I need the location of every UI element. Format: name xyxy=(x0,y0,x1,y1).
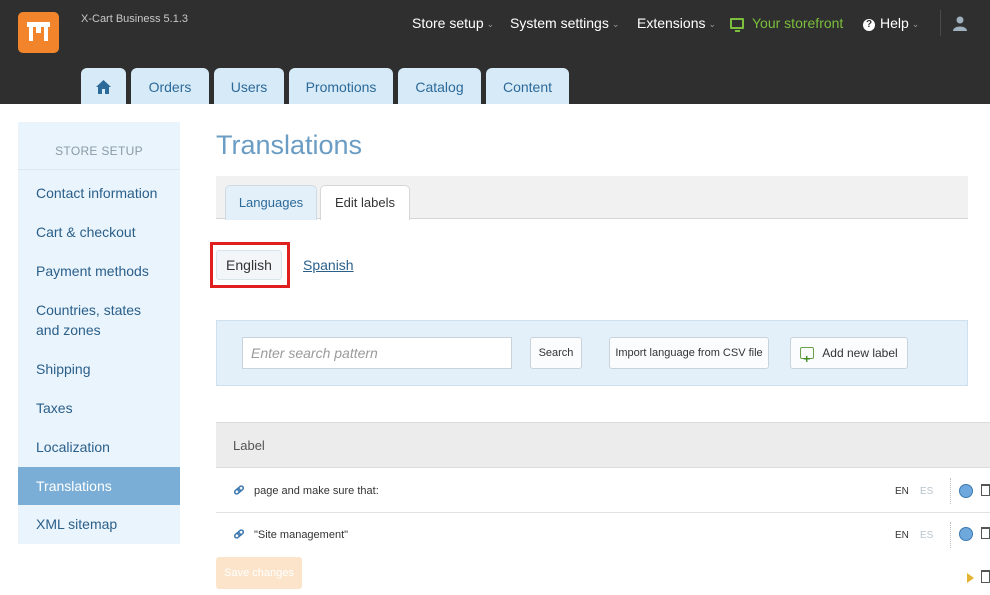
edit-link-icon[interactable] xyxy=(233,484,245,496)
row-divider xyxy=(950,522,952,548)
tab-orders[interactable]: Orders xyxy=(131,68,209,104)
add-new-label-button[interactable]: Add new label xyxy=(790,337,908,374)
nav-store-setup[interactable]: Store setup ⌄ xyxy=(412,15,494,33)
play-icon[interactable] xyxy=(967,573,974,583)
nav-help-label: Help xyxy=(880,15,909,31)
delete-icon[interactable] xyxy=(981,527,990,539)
sidebar-item-contact-information[interactable]: Contact information xyxy=(18,183,180,203)
globe-icon[interactable] xyxy=(959,527,973,541)
import-csv-button[interactable]: Import language from CSV file xyxy=(609,337,769,369)
chevron-down-icon: ⌄ xyxy=(708,19,717,29)
label-text[interactable]: page and make sure that: xyxy=(254,485,379,497)
nav-storefront-label: Your storefront xyxy=(752,15,844,31)
question-icon: ? xyxy=(863,19,875,31)
chevron-down-icon: ⌄ xyxy=(611,19,620,29)
delete-icon[interactable] xyxy=(981,570,990,583)
delete-icon[interactable] xyxy=(981,484,990,496)
sidebar-item-translations[interactable]: Translations xyxy=(18,467,180,505)
home-icon xyxy=(96,80,111,94)
nav-help[interactable]: ? Help ⌄ xyxy=(863,15,919,33)
tab-users[interactable]: Users xyxy=(214,68,284,104)
sidebar-item-countries-line1: Countries, states xyxy=(36,302,142,318)
edit-link-icon[interactable] xyxy=(233,528,245,540)
sidebar-item-shipping[interactable]: Shipping xyxy=(18,359,180,379)
lang-en-marker[interactable]: EN xyxy=(895,486,909,497)
chevron-down-icon: ⌄ xyxy=(486,19,495,29)
subtabs-bar: Languages Edit labels xyxy=(216,176,968,220)
sticky-footer xyxy=(216,548,990,595)
search-input[interactable] xyxy=(242,337,512,369)
cart-logo-icon xyxy=(27,22,50,41)
sidebar-item-cart-checkout[interactable]: Cart & checkout xyxy=(18,222,180,242)
tab-catalog[interactable]: Catalog xyxy=(398,68,481,104)
table-header xyxy=(216,422,990,468)
sidebar-item-localization[interactable]: Localization xyxy=(18,437,180,457)
page-title: Translations xyxy=(216,130,363,160)
globe-icon[interactable] xyxy=(959,484,973,498)
product-version: X-Cart Business 5.1.3 xyxy=(81,13,188,25)
tab-content[interactable]: Content xyxy=(486,68,569,104)
search-button[interactable]: Search xyxy=(530,337,582,369)
add-label-icon xyxy=(800,344,815,374)
user-icon[interactable] xyxy=(952,15,968,31)
row-divider xyxy=(950,478,952,504)
save-changes-button[interactable]: Save changes xyxy=(216,557,302,589)
sidebar-item-countries[interactable]: Countries, states and zones xyxy=(18,300,180,340)
label-text[interactable]: "Site management" xyxy=(254,529,348,541)
xcart-logo[interactable] xyxy=(18,12,59,53)
nav-system-settings[interactable]: System settings ⌄ xyxy=(510,15,619,33)
nav-extensions-label: Extensions xyxy=(637,15,706,31)
sidebar: STORE SETUP Contact information Cart & c… xyxy=(18,122,180,544)
tab-home[interactable] xyxy=(81,68,126,104)
nav-extensions[interactable]: Extensions ⌄ xyxy=(637,15,716,33)
sidebar-title: STORE SETUP xyxy=(18,122,180,170)
nav-storefront-link[interactable]: Your storefront xyxy=(730,15,843,33)
lang-es-marker[interactable]: ES xyxy=(920,530,933,541)
column-header-label: Label xyxy=(233,438,265,453)
top-header: X-Cart Business 5.1.3 Store setup ⌄ Syste… xyxy=(0,0,990,104)
tab-edit-labels[interactable]: Edit labels xyxy=(320,185,410,220)
sidebar-item-taxes[interactable]: Taxes xyxy=(18,398,180,418)
lang-en-marker[interactable]: EN xyxy=(895,530,909,541)
lang-es-marker[interactable]: ES xyxy=(920,486,933,497)
sidebar-item-payment-methods[interactable]: Payment methods xyxy=(18,261,180,281)
sidebar-item-countries-line2: and zones xyxy=(36,322,101,338)
tab-promotions[interactable]: Promotions xyxy=(289,68,393,104)
header-divider xyxy=(940,10,941,36)
nav-system-settings-label: System settings xyxy=(510,15,609,31)
language-english-button[interactable]: English xyxy=(216,250,282,280)
monitor-icon xyxy=(730,18,744,32)
sidebar-item-xml-sitemap[interactable]: XML sitemap xyxy=(18,514,180,534)
nav-store-setup-label: Store setup xyxy=(412,15,484,31)
chevron-down-icon: ⌄ xyxy=(911,19,920,29)
tab-languages[interactable]: Languages xyxy=(225,185,317,220)
add-new-label-text: Add new label xyxy=(822,346,898,360)
language-spanish-link[interactable]: Spanish xyxy=(303,257,354,273)
